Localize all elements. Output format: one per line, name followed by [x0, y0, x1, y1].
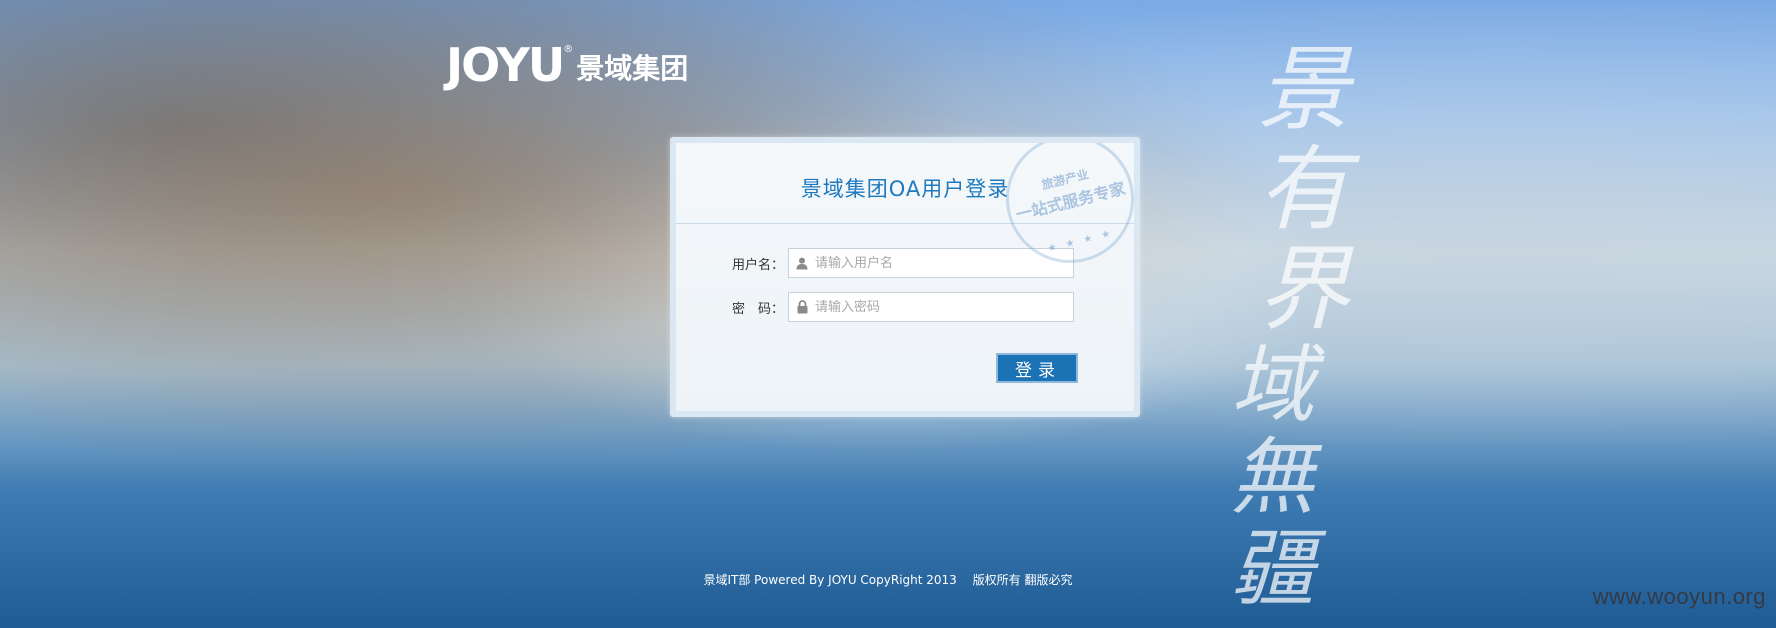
username-row: 用户名： [732, 248, 1074, 278]
login-panel: 景域集团OA用户登录 旅游产业 一站式服务专家 ★ ★ ★ ★ 用户名： 密 码… [670, 137, 1140, 417]
logo-company-name: 景域集团 [576, 52, 689, 85]
joyu-logo: JOYU ® 景域集团 [446, 42, 688, 88]
site-watermark: www.wooyun.org [1592, 584, 1766, 609]
footer-rights: 版权所有 翻版必究 [972, 573, 1073, 587]
password-field[interactable] [788, 292, 1074, 322]
username-field[interactable] [788, 248, 1074, 278]
footer-copyright: 景域IT部 Powered By JOYU CopyRight 2013 [703, 573, 957, 587]
logo-mark: JOYU [446, 38, 565, 92]
calligraphy-line-1: 景有界 [1242, 40, 1349, 340]
login-button[interactable]: 登录 [996, 353, 1078, 383]
footer: 景域IT部 Powered By JOYU CopyRight 2013 版权所… [0, 571, 1776, 588]
password-input[interactable] [815, 299, 1055, 315]
logo-registered-mark: ® [563, 44, 574, 55]
username-label: 用户名： [732, 257, 785, 273]
password-row: 密 码： [732, 292, 1074, 322]
lock-icon [795, 300, 809, 314]
login-title: 景域集团OA用户登录 [800, 177, 1010, 201]
login-panel-header: 景域集团OA用户登录 [676, 143, 1134, 224]
password-label: 密 码： [732, 301, 785, 317]
username-input[interactable] [815, 255, 1055, 271]
user-icon [795, 256, 809, 270]
